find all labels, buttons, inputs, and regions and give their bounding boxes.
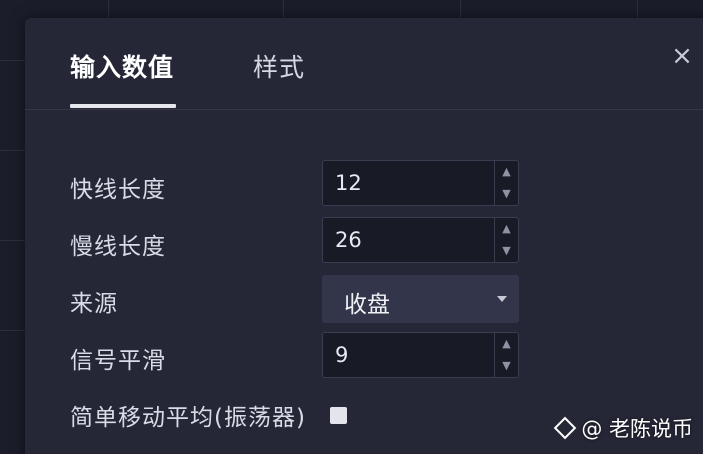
signal-smoothing-input[interactable]: 9 ▲ ▼ [322, 332, 519, 378]
fast-length-value: 12 [335, 171, 362, 195]
tab-style[interactable]: 样式 [253, 48, 305, 84]
active-tab-indicator [70, 104, 176, 108]
chevron-down-icon[interactable]: ▼ [495, 240, 518, 262]
chevron-down-icon[interactable]: ▼ [495, 183, 518, 205]
diamond-logo-icon [553, 416, 577, 440]
source-select[interactable]: 收盘 [322, 275, 519, 323]
close-icon[interactable]: × [670, 43, 694, 69]
slow-length-stepper[interactable]: ▲ ▼ [494, 218, 518, 262]
watermark: @ 老陈说币 [553, 413, 693, 443]
grid-line [0, 150, 25, 151]
chevron-up-icon[interactable]: ▲ [495, 161, 518, 183]
fast-length-label: 快线长度 [70, 177, 166, 203]
source-label: 来源 [70, 291, 118, 317]
fast-length-input[interactable]: 12 ▲ ▼ [322, 160, 519, 206]
chevron-up-icon[interactable]: ▲ [495, 218, 518, 240]
signal-smoothing-stepper[interactable]: ▲ ▼ [494, 333, 518, 377]
slow-length-value: 26 [335, 228, 362, 252]
tab-inputs[interactable]: 输入数值 [70, 48, 174, 84]
source-value: 收盘 [344, 292, 390, 318]
grid-line [0, 240, 25, 241]
signal-smoothing-value: 9 [335, 343, 349, 367]
slow-length-label: 慢线长度 [70, 234, 166, 260]
watermark-text: @ 老陈说币 [581, 417, 693, 441]
sma-oscillator-checkbox[interactable] [330, 407, 347, 424]
chevron-down-icon[interactable]: ▼ [495, 355, 518, 377]
slow-length-input[interactable]: 26 ▲ ▼ [322, 217, 519, 263]
indicator-settings-dialog: 输入数值 样式 × 快线长度 12 ▲ ▼ 慢线长度 26 ▲ ▼ 来源 收盘 … [25, 18, 703, 454]
signal-smoothing-label: 信号平滑 [70, 348, 166, 374]
grid-line [0, 330, 25, 331]
chevron-up-icon[interactable]: ▲ [495, 333, 518, 355]
grid-line [0, 60, 25, 61]
tab-bar: 输入数值 样式 × [25, 18, 703, 110]
caret-down-icon [497, 296, 507, 302]
fast-length-stepper[interactable]: ▲ ▼ [494, 161, 518, 205]
sma-oscillator-label: 简单移动平均(振荡器) [70, 405, 306, 431]
